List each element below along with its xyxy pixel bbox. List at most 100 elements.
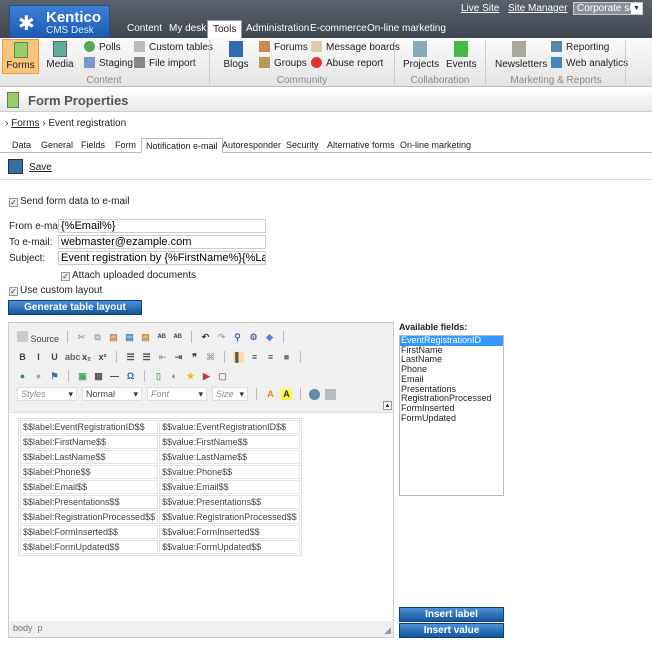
tab-data[interactable]: Data [8,138,35,153]
label-cell[interactable]: $$label:Email$$ [20,480,159,494]
value-cell[interactable]: $$value:Email$$ [159,480,300,494]
blockquote-icon[interactable]: ❞ [189,352,200,363]
from-email-input[interactable] [58,219,266,233]
media-icon[interactable]: ◐ [169,371,180,382]
remove-format-icon[interactable]: ◆ [264,332,275,343]
status-body[interactable]: body [13,623,33,633]
ribbon-custom-tables[interactable]: Custom tables [134,41,213,55]
ribbon-abuse-report[interactable]: Abuse report [311,57,383,71]
ribbon-events[interactable]: Events [446,39,477,73]
align-right-icon[interactable]: ≡ [265,352,276,363]
ribbon-polls[interactable]: Polls [84,41,121,55]
paste-text-icon[interactable]: ▤ [124,332,135,343]
special-char-icon[interactable]: Ω [125,371,136,382]
paste-word-icon[interactable]: ▤ [140,332,151,343]
bold-icon[interactable]: B [17,352,28,363]
youtube-icon[interactable]: ▶ [201,371,212,382]
anchor-icon[interactable]: ⚑ [49,371,60,382]
ribbon-blogs[interactable]: Blogs [222,39,250,73]
label-cell[interactable]: $$label:Presentations$$ [20,495,159,509]
value-cell[interactable]: $$value:EventRegistrationID$$ [159,420,300,434]
generate-table-layout-button[interactable]: Generate table layout [8,300,142,315]
tab-security[interactable]: Security [282,138,323,153]
source-button[interactable]: Source [17,330,59,344]
tab-administration[interactable]: Administration [241,20,314,38]
label-cell[interactable]: $$label:LastName$$ [20,450,159,464]
site-manager-link[interactable]: Site Manager [508,3,567,14]
tab-online-marketing[interactable]: On-line marketing [362,20,451,38]
numbered-list-icon[interactable]: ☰ [125,352,136,363]
save-button[interactable]: Save [8,159,52,175]
ribbon-forums[interactable]: Forums [259,41,308,55]
text-color-icon[interactable]: A [265,389,276,400]
tab-alternative-forms[interactable]: Alternative forms [323,138,399,153]
indent-icon[interactable]: ⇥ [173,352,184,363]
attach-documents-checkbox[interactable]: ✓ Attach uploaded documents [61,270,196,281]
tab-autoresponder[interactable]: Autoresponder [218,138,285,153]
available-fields-list[interactable]: EventRegistrationID FirstName LastName Phon… [399,335,504,496]
custom-layout-checkbox[interactable]: ✓ Use custom layout [9,285,102,296]
strikethrough-icon[interactable]: abc [65,352,81,363]
live-site-link[interactable]: Live Site [461,3,499,14]
resize-handle-icon[interactable]: ◢ [384,625,391,636]
table-icon[interactable]: ▦ [93,371,104,382]
ribbon-newsletters[interactable]: Newsletters [495,39,547,73]
font-select[interactable]: Font [147,387,207,401]
image-icon[interactable]: ▣ [77,371,88,382]
send-email-checkbox[interactable]: ✓ Send form data to e-mail [9,196,130,207]
spellcheck-dropdown-icon[interactable]: ᴬᴮ [172,332,183,343]
ribbon-staging[interactable]: Staging [84,57,133,71]
ribbon-groups[interactable]: Groups [259,57,307,71]
tab-general[interactable]: General [37,138,77,153]
ribbon-projects[interactable]: Projects [403,39,439,73]
ribbon-media[interactable]: Media [44,39,76,73]
label-cell[interactable]: $$label:FormUpdated$$ [20,540,159,554]
horizontal-rule-icon[interactable]: — [109,371,120,382]
value-cell[interactable]: $$value:FirstName$$ [159,435,300,449]
spellcheck-icon[interactable]: ᴬᴮ [156,332,167,343]
background-color-icon[interactable]: A [281,388,292,400]
outdent-icon[interactable]: ⇤ [157,352,168,363]
widget-icon[interactable]: ▢ [217,371,228,382]
styles-select[interactable]: Styles [17,387,77,401]
superscript-icon[interactable]: x² [97,352,108,363]
status-p[interactable]: p [38,623,43,633]
show-blocks-icon[interactable] [309,388,320,400]
redo-icon[interactable]: ↷ [216,332,227,343]
undo-icon[interactable]: ↶ [200,332,211,343]
tab-online-marketing-page[interactable]: On-line marketing [396,138,475,153]
underline-icon[interactable]: U [49,352,60,363]
ribbon-web-analytics[interactable]: Web analytics [551,57,628,71]
list-item[interactable]: FormUpdated [400,413,503,424]
value-cell[interactable]: $$value:FormUpdated$$ [159,540,300,554]
size-select[interactable]: Size [212,387,248,401]
label-cell[interactable]: $$label:Phone$$ [20,465,159,479]
paste-icon[interactable]: ▤ [108,332,119,343]
cut-icon[interactable]: ✂ [76,332,87,343]
format-select[interactable]: Normal [82,387,142,401]
ribbon-reporting[interactable]: Reporting [551,41,609,55]
tab-my-desk[interactable]: My desk [164,20,211,38]
label-cell[interactable]: $$label:RegistrationProcessed$$ [20,510,159,524]
italic-icon[interactable]: I [33,352,44,363]
site-select[interactable]: Corporate site ▼ [573,2,643,15]
justify-icon[interactable]: ■ [281,352,292,363]
tab-content[interactable]: Content [122,20,167,38]
collapse-toolbar-icon[interactable]: ▲ [383,401,392,410]
value-cell[interactable]: $$value:Presentations$$ [159,495,300,509]
ribbon-message-boards[interactable]: Message boards [311,41,400,55]
value-cell[interactable]: $$value:RegistrationProcessed$$ [159,510,300,524]
value-cell[interactable]: $$value:FormInserted$$ [159,525,300,539]
tab-fields[interactable]: Fields [77,138,109,153]
label-cell[interactable]: $$label:FirstName$$ [20,435,159,449]
ribbon-forms[interactable]: Forms [2,39,39,74]
insert-label-button[interactable]: Insert label [399,607,504,622]
value-cell[interactable]: $$value:Phone$$ [159,465,300,479]
star-icon[interactable]: ★ [185,371,196,382]
replace-icon[interactable]: ⚙ [248,332,259,343]
div-icon[interactable]: ⌘ [205,352,216,363]
tab-tools[interactable]: Tools [207,20,243,38]
value-cell[interactable]: $$value:LastName$$ [159,450,300,464]
copy-icon[interactable]: ⧉ [92,332,103,343]
find-icon[interactable]: ⚲ [232,332,243,343]
